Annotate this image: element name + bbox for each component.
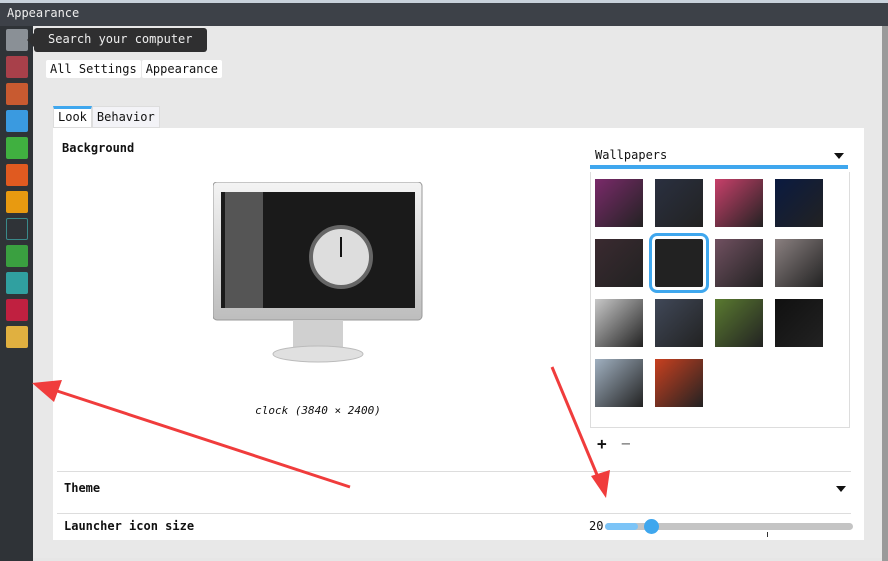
slider-tick bbox=[767, 532, 768, 537]
launcher bbox=[0, 26, 33, 561]
slider-fill bbox=[605, 523, 638, 530]
wallpaper-thumbnail[interactable] bbox=[595, 299, 643, 347]
update-icon[interactable] bbox=[6, 272, 28, 294]
divider bbox=[57, 471, 851, 472]
add-wallpaper-button[interactable]: + bbox=[597, 434, 607, 453]
breadcrumb-all-settings[interactable]: All Settings bbox=[46, 60, 141, 78]
theme-label: Theme bbox=[64, 481, 101, 495]
wallpaper-thumbnail[interactable] bbox=[595, 239, 643, 287]
wallpaper-thumbnail[interactable] bbox=[775, 179, 823, 227]
tab-look[interactable]: Look bbox=[53, 106, 92, 128]
divider bbox=[57, 513, 851, 514]
writer-icon[interactable] bbox=[6, 110, 28, 132]
launcher-size-slider[interactable] bbox=[605, 519, 853, 534]
title-bar: Appearance bbox=[0, 3, 888, 26]
tab-behavior[interactable]: Behavior bbox=[91, 106, 160, 128]
firefox-icon[interactable] bbox=[6, 83, 28, 105]
slider-handle[interactable] bbox=[643, 519, 659, 534]
sound-mixer-icon[interactable] bbox=[6, 299, 28, 321]
tooltip: Search your computer bbox=[27, 28, 207, 52]
monitor-preview bbox=[213, 182, 423, 363]
breadcrumb: All Settings Appearance bbox=[46, 60, 222, 78]
app-grid-icon[interactable] bbox=[6, 326, 28, 348]
tab-bar: Look Behavior bbox=[53, 106, 160, 128]
theme-expand-icon[interactable] bbox=[836, 486, 846, 492]
wallpaper-thumbnail[interactable] bbox=[655, 299, 703, 347]
wallpaper-thumbnail[interactable] bbox=[715, 299, 763, 347]
window-title: Appearance bbox=[7, 6, 80, 20]
background-heading: Background bbox=[62, 141, 135, 155]
breadcrumb-appearance[interactable]: Appearance bbox=[141, 60, 222, 78]
wallpaper-thumbnail[interactable] bbox=[655, 359, 703, 407]
search-icon[interactable] bbox=[6, 29, 28, 51]
wallpaper-caption: clock (3840 × 2400) bbox=[255, 404, 381, 417]
wallpaper-thumbnail[interactable] bbox=[715, 239, 763, 287]
wallpaper-thumbnail[interactable] bbox=[595, 359, 643, 407]
launcher-size-label: Launcher icon size bbox=[64, 519, 195, 533]
wallpaper-thumbnail[interactable] bbox=[775, 299, 823, 347]
calc-icon[interactable] bbox=[6, 137, 28, 159]
files-icon[interactable] bbox=[6, 56, 28, 78]
dropdown-value: Wallpapers bbox=[595, 148, 668, 162]
amazon-icon[interactable] bbox=[6, 191, 28, 213]
system-settings-icon[interactable] bbox=[6, 218, 28, 240]
wallpaper-source-dropdown[interactable]: Wallpapers bbox=[590, 145, 848, 169]
chevron-down-icon bbox=[834, 153, 844, 159]
remove-wallpaper-button[interactable]: − bbox=[621, 434, 631, 453]
window-edge bbox=[882, 26, 888, 561]
wallpaper-thumbnail[interactable] bbox=[775, 239, 823, 287]
wallpaper-thumbnail[interactable] bbox=[655, 179, 703, 227]
launcher-size-value: 20 bbox=[589, 519, 604, 533]
impress-icon[interactable] bbox=[6, 164, 28, 186]
terminal-icon[interactable] bbox=[6, 245, 28, 267]
wallpaper-thumbnail[interactable] bbox=[595, 179, 643, 227]
wallpaper-thumbnail[interactable] bbox=[715, 179, 763, 227]
wallpaper-thumbnail[interactable] bbox=[649, 233, 709, 293]
